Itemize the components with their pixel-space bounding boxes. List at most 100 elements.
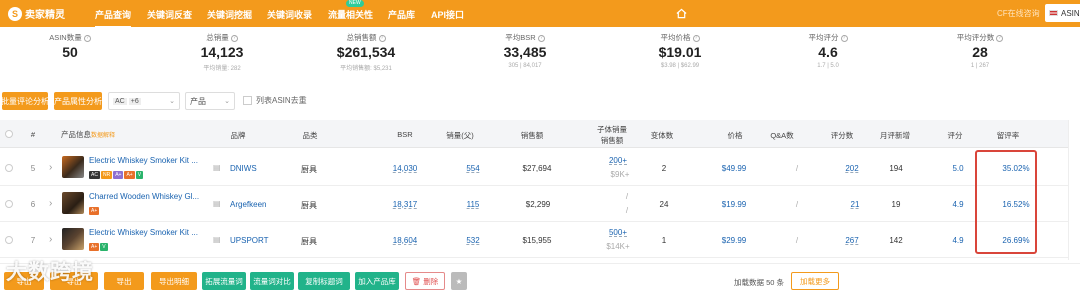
nav-api[interactable]: API接口 [431,8,464,21]
row-num: 7 [30,236,36,245]
export-detail-button[interactable]: 导出明细 [151,272,197,290]
nav-product-search[interactable]: 产品查询 [95,8,132,28]
col-brand: 品牌 [230,131,246,140]
bsr-value[interactable]: 18,317 [393,200,417,209]
export-button[interactable]: 导出 [104,272,144,290]
category-select[interactable]: 产品 ⌄ [185,92,235,110]
expand-chevron-icon[interactable]: › [49,198,52,209]
col-units[interactable]: 销量(父) [446,130,474,141]
help-icon[interactable]: ? [537,34,545,42]
child-units-value[interactable]: 200+ [609,156,627,165]
stat-label: 总销量 [206,33,229,42]
table-row[interactable]: 7 › Electric Whiskey Smoker Kit ... A+ V… [0,222,1080,258]
variations-value: 1 [661,236,667,245]
stat-total-units: 总销量 ? 14,123 平均销量: 282 [152,32,292,72]
nav-product-library[interactable]: 产品库 [388,8,415,21]
copy-icon[interactable]: ▤ [213,199,221,208]
product-thumbnail[interactable] [62,156,84,178]
price-value: $19.99 [721,200,747,209]
product-thumbnail[interactable] [62,192,84,214]
units-value[interactable]: 554 [466,164,479,173]
variations-value: 2 [661,164,667,173]
col-child-revenue[interactable]: 销售额 [601,135,624,146]
ratings-value[interactable]: 202 [845,164,858,173]
qa-value: / [795,236,799,245]
ratings-value[interactable]: 267 [845,236,858,245]
help-icon[interactable]: ? [230,34,238,42]
units-value[interactable]: 532 [466,236,479,245]
bsr-value[interactable]: 14,030 [393,164,417,173]
revenue-value: $15,955 [522,236,552,245]
help-icon[interactable]: ? [840,34,848,42]
stat-sub: 1.7 | 5.0 [817,63,839,69]
product-title-link[interactable]: Electric Whiskey Smoker Kit ... [89,228,198,237]
marketplace-select[interactable]: AC +6 ⌄ [108,92,180,110]
select-all-checkbox[interactable] [5,130,13,138]
traffic-keyword-compare-button[interactable]: 流量词对比 [250,272,294,290]
col-revenue[interactable]: 销售额 [521,130,544,141]
nav-keyword-reverse[interactable]: 关键词反查 [147,8,192,21]
help-icon[interactable]: ? [692,34,700,42]
top-nav: S 卖家精灵 产品查询 关键词反查 关键词挖掘 关键词收录 NEW 流量相关性 … [0,0,1080,28]
col-retention[interactable]: 留评率 [997,130,1020,141]
table-row[interactable]: 6 › Charred Wooden Whiskey Gl... A+ ▤ Ar… [0,186,1080,222]
home-icon[interactable] [676,8,687,19]
help-icon[interactable]: ? [83,34,91,42]
stat-label: 平均价格 [660,33,691,42]
batch-review-button[interactable]: 批量评论分析 [1,92,49,110]
attr-analysis-button[interactable]: 产品属性分析 [54,92,102,110]
help-icon[interactable]: ? [378,34,386,42]
expand-chevron-icon[interactable]: › [49,234,52,245]
expand-traffic-keywords-button[interactable]: 拓展流量词 [202,272,246,290]
ratings-value[interactable]: 21 [851,200,860,209]
region-select[interactable]: ASIN [1045,4,1080,22]
col-monthly-new[interactable]: 月评新增 [880,130,910,141]
row-checkbox[interactable] [5,236,13,244]
brand-link[interactable]: Argefkeen [230,200,266,209]
qa-value: / [795,164,799,173]
online-service-link[interactable]: CF在线咨询 [997,8,1040,19]
expand-chevron-icon[interactable]: › [49,162,52,173]
row-checkbox[interactable] [5,164,13,172]
brand-link[interactable]: DNIWS [230,164,257,173]
row-num: 6 [30,200,36,209]
market-chip[interactable]: AC [113,97,127,105]
bsr-value[interactable]: 18,604 [393,236,417,245]
col-rating[interactable]: 评分 [948,130,963,141]
dedup-checkbox[interactable]: 列表ASIN去重 [243,95,307,106]
category: 厨具 [301,237,317,246]
col-ratings[interactable]: 评分数 [831,130,854,141]
data-explain-link[interactable]: 数据解释 [91,130,115,139]
trash-icon: 🗑 [411,276,422,286]
add-to-library-button[interactable]: 加入产品库 [355,272,399,290]
copy-title-keywords-button[interactable]: 复制标题词 [298,272,350,290]
star-button[interactable]: ★ [451,272,467,290]
logo-icon: S [8,6,22,21]
checkbox-icon[interactable] [243,96,252,105]
load-more-button[interactable]: 加载更多 [791,272,839,290]
units-value[interactable]: 115 [467,200,480,209]
product-title-link[interactable]: Charred Wooden Whiskey Gl... [89,192,199,201]
monthly-new-value: 194 [889,164,903,173]
col-child-units[interactable]: 子体销量 [597,124,627,135]
col-price[interactable]: 价格 [728,130,743,141]
copy-icon[interactable]: ▤ [213,163,221,172]
help-icon[interactable]: ? [996,34,1004,42]
nav-keyword-mining[interactable]: 关键词挖掘 [207,8,252,21]
app-logo[interactable]: S 卖家精灵 [8,6,65,21]
nav-traffic-relevance[interactable]: 流量相关性 [328,8,373,21]
stat-label: 平均评分 [808,33,839,42]
col-bsr[interactable]: BSR [397,130,412,139]
product-thumbnail[interactable] [62,228,84,250]
stat-value: 33,485 [503,44,547,60]
delete-button[interactable]: 🗑 删除 [405,272,445,290]
product-title-link[interactable]: Electric Whiskey Smoker Kit ... [89,156,198,165]
copy-icon[interactable]: ▤ [213,235,221,244]
col-qa[interactable]: Q&A数 [770,130,793,141]
col-variations[interactable]: 变体数 [651,130,674,141]
table-row[interactable]: 5 › Electric Whiskey Smoker Kit ... AC N… [0,150,1080,186]
nav-keyword-index[interactable]: 关键词收录 [267,8,312,21]
row-checkbox[interactable] [5,200,13,208]
child-units-value[interactable]: 500+ [609,228,627,237]
brand-link[interactable]: UPSPORT [230,236,269,245]
